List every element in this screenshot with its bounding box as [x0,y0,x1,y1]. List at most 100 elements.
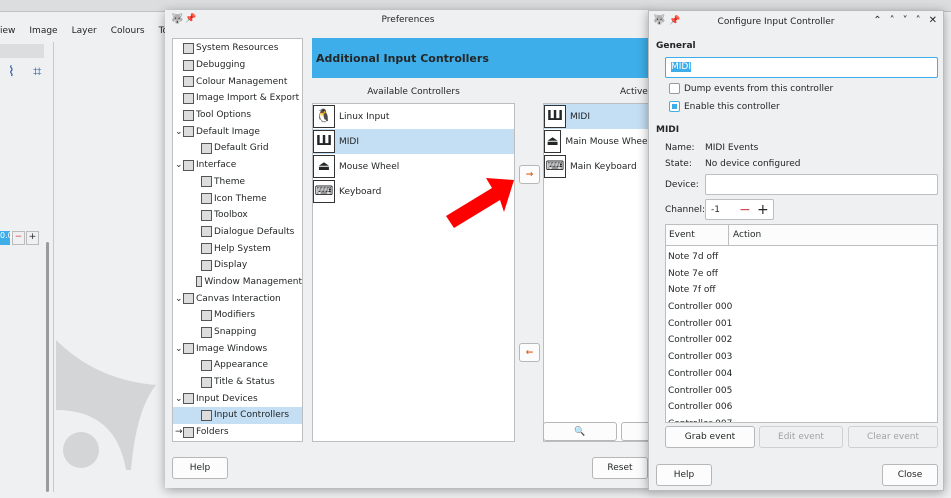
grab-event-button[interactable]: Grab event [665,426,755,448]
tree-item-label: Snapping [214,327,257,338]
controller-row[interactable]: 🐧 Linux Input [313,104,514,129]
controller-row[interactable]: Ш MIDI [544,104,650,129]
expander-icon[interactable]: ⌄ [175,160,183,170]
category-icon [183,426,194,438]
pin-icon[interactable]: 📌 [185,14,196,24]
clear-event-button[interactable]: Clear event [848,426,938,448]
tree-item[interactable]: System Resources [173,40,302,57]
dump-events-checkbox[interactable]: Dump events from this controller [669,83,833,94]
event-row[interactable]: Controller 007 [666,419,937,422]
close-icon[interactable]: ✕ [929,15,937,26]
device-input[interactable] [705,174,938,195]
keyboard-icon: ⌨ [544,155,566,178]
event-row[interactable]: Controller 002 [666,335,937,352]
controller-row[interactable]: ⏏ Main Mouse Wheel [544,129,650,154]
tree-item-label: Default Image [196,126,260,137]
crop-tool-icon[interactable]: ⌗ [33,62,41,80]
event-row[interactable]: Controller 003 [666,352,937,369]
decrement-icon[interactable]: − [739,202,757,218]
path-tool-icon[interactable]: ⌇ [8,64,15,80]
expander-icon[interactable]: ⌄ [175,127,183,137]
menubar: iew Image Layer Colours Tool [0,26,176,40]
tree-item[interactable]: Toolbox [173,207,302,224]
preferences-titlebar[interactable]: 🐺 📌 Preferences [165,10,651,30]
column-header-event[interactable]: Event [666,225,729,245]
reset-button[interactable]: Reset [592,457,648,479]
tree-item[interactable]: ⌄ Input Devices [173,390,302,407]
help-button[interactable]: Help [172,457,228,479]
expander-icon[interactable]: → [175,427,183,437]
expander-icon[interactable]: ⌄ [175,344,183,354]
tree-item[interactable]: ⌄ Interface [173,157,302,174]
enable-controller-checkbox[interactable]: Enable this controller [669,101,780,112]
channel-value[interactable]: -1 [711,205,739,215]
tree-item[interactable]: Debugging [173,57,302,74]
remove-controller-button[interactable]: ← [519,343,540,362]
menu-image[interactable]: Image [29,26,57,40]
tree-item[interactable]: Colour Management [173,73,302,90]
tree-item[interactable]: ⌄ Default Image [173,123,302,140]
tree-item[interactable]: Snapping [173,324,302,341]
controller-name-input[interactable]: MIDI [665,57,938,78]
configure-titlebar[interactable]: 🐺 📌 Configure Input Controller ⌃ ˄ ˅ ˄ ✕ [649,11,943,33]
tree-item[interactable]: Input Controllers [173,407,302,424]
expander-icon[interactable]: ⌄ [175,294,183,304]
category-icon [201,243,212,255]
event-row[interactable]: Controller 005 [666,386,937,403]
state-label: State: [665,159,692,169]
menu-colours[interactable]: Colours [111,26,145,40]
tree-item[interactable]: Dialogue Defaults [173,224,302,241]
tree-item[interactable]: ⌄ Canvas Interaction [173,290,302,307]
dump-events-label: Dump events from this controller [684,83,834,94]
menu-layer[interactable]: Layer [72,26,97,40]
edit-event-button[interactable]: Edit event [759,426,843,448]
tree-item[interactable]: → Folders [173,424,302,441]
keep-above-icon[interactable]: ⌃ [873,15,881,26]
tree-item-label: Input Controllers [214,410,290,421]
keyboard-icon: ⌨ [313,180,335,203]
red-arrow-annotation [446,178,514,228]
tree-item[interactable]: Theme [173,174,302,191]
tree-item[interactable]: Display [173,257,302,274]
tree-item[interactable]: Tool Options [173,107,302,124]
add-controller-button[interactable]: → [519,165,540,184]
tree-item[interactable]: Modifiers [173,307,302,324]
spin-field[interactable]: 0.0 [0,231,13,245]
configure-controller-button[interactable]: 🔍 [543,422,617,441]
tree-item[interactable]: Help System [173,240,302,257]
pin-icon[interactable]: 📌 [669,16,680,26]
controller-row[interactable]: Ш MIDI [313,129,514,154]
tree-item[interactable]: Image Import & Export [173,90,302,107]
scrollbar[interactable] [46,242,49,492]
shade-icon[interactable]: ˄ [890,15,895,26]
event-row[interactable]: Controller 004 [666,369,937,386]
increment-icon[interactable]: + [757,202,769,218]
event-row[interactable]: Note 7e off [666,269,937,286]
controller-row[interactable]: ⌨ Main Keyboard [544,154,650,179]
event-row[interactable]: Controller 001 [666,319,937,336]
tree-item[interactable]: Title & Status [173,374,302,391]
close-button[interactable]: Close [882,464,938,486]
gimp-watermark-icon [56,340,156,470]
event-row[interactable]: Controller 006 [666,402,937,419]
event-row[interactable]: Note 7d off [666,252,937,269]
event-row[interactable]: Controller 000 [666,302,937,319]
tree-item[interactable]: ⌄ Image Windows [173,340,302,357]
expander-icon[interactable]: ⌄ [175,394,183,404]
event-row[interactable]: Note 7f off [666,285,937,302]
tree-item-label: Interface [196,160,237,171]
channel-spinner[interactable]: -1 − + [705,199,774,220]
maximize-icon[interactable]: ˄ [916,15,921,26]
tree-item[interactable]: Icon Theme [173,190,302,207]
help-button[interactable]: Help [656,464,712,486]
tree-item[interactable]: Appearance [173,357,302,374]
category-icon [183,76,194,88]
controller-label: Linux Input [339,111,390,122]
category-icon [183,42,194,54]
menu-view[interactable]: iew [0,26,15,40]
tree-item[interactable]: Default Grid [173,140,302,157]
available-controllers-list: 🐧 Linux Input Ш MIDI ⏏ Mouse Wheel ⌨ Keyboard [312,103,515,442]
tree-item[interactable]: Window Management [173,274,302,291]
minimize-icon[interactable]: ˅ [903,15,908,26]
column-header-action[interactable]: Action [729,225,765,245]
